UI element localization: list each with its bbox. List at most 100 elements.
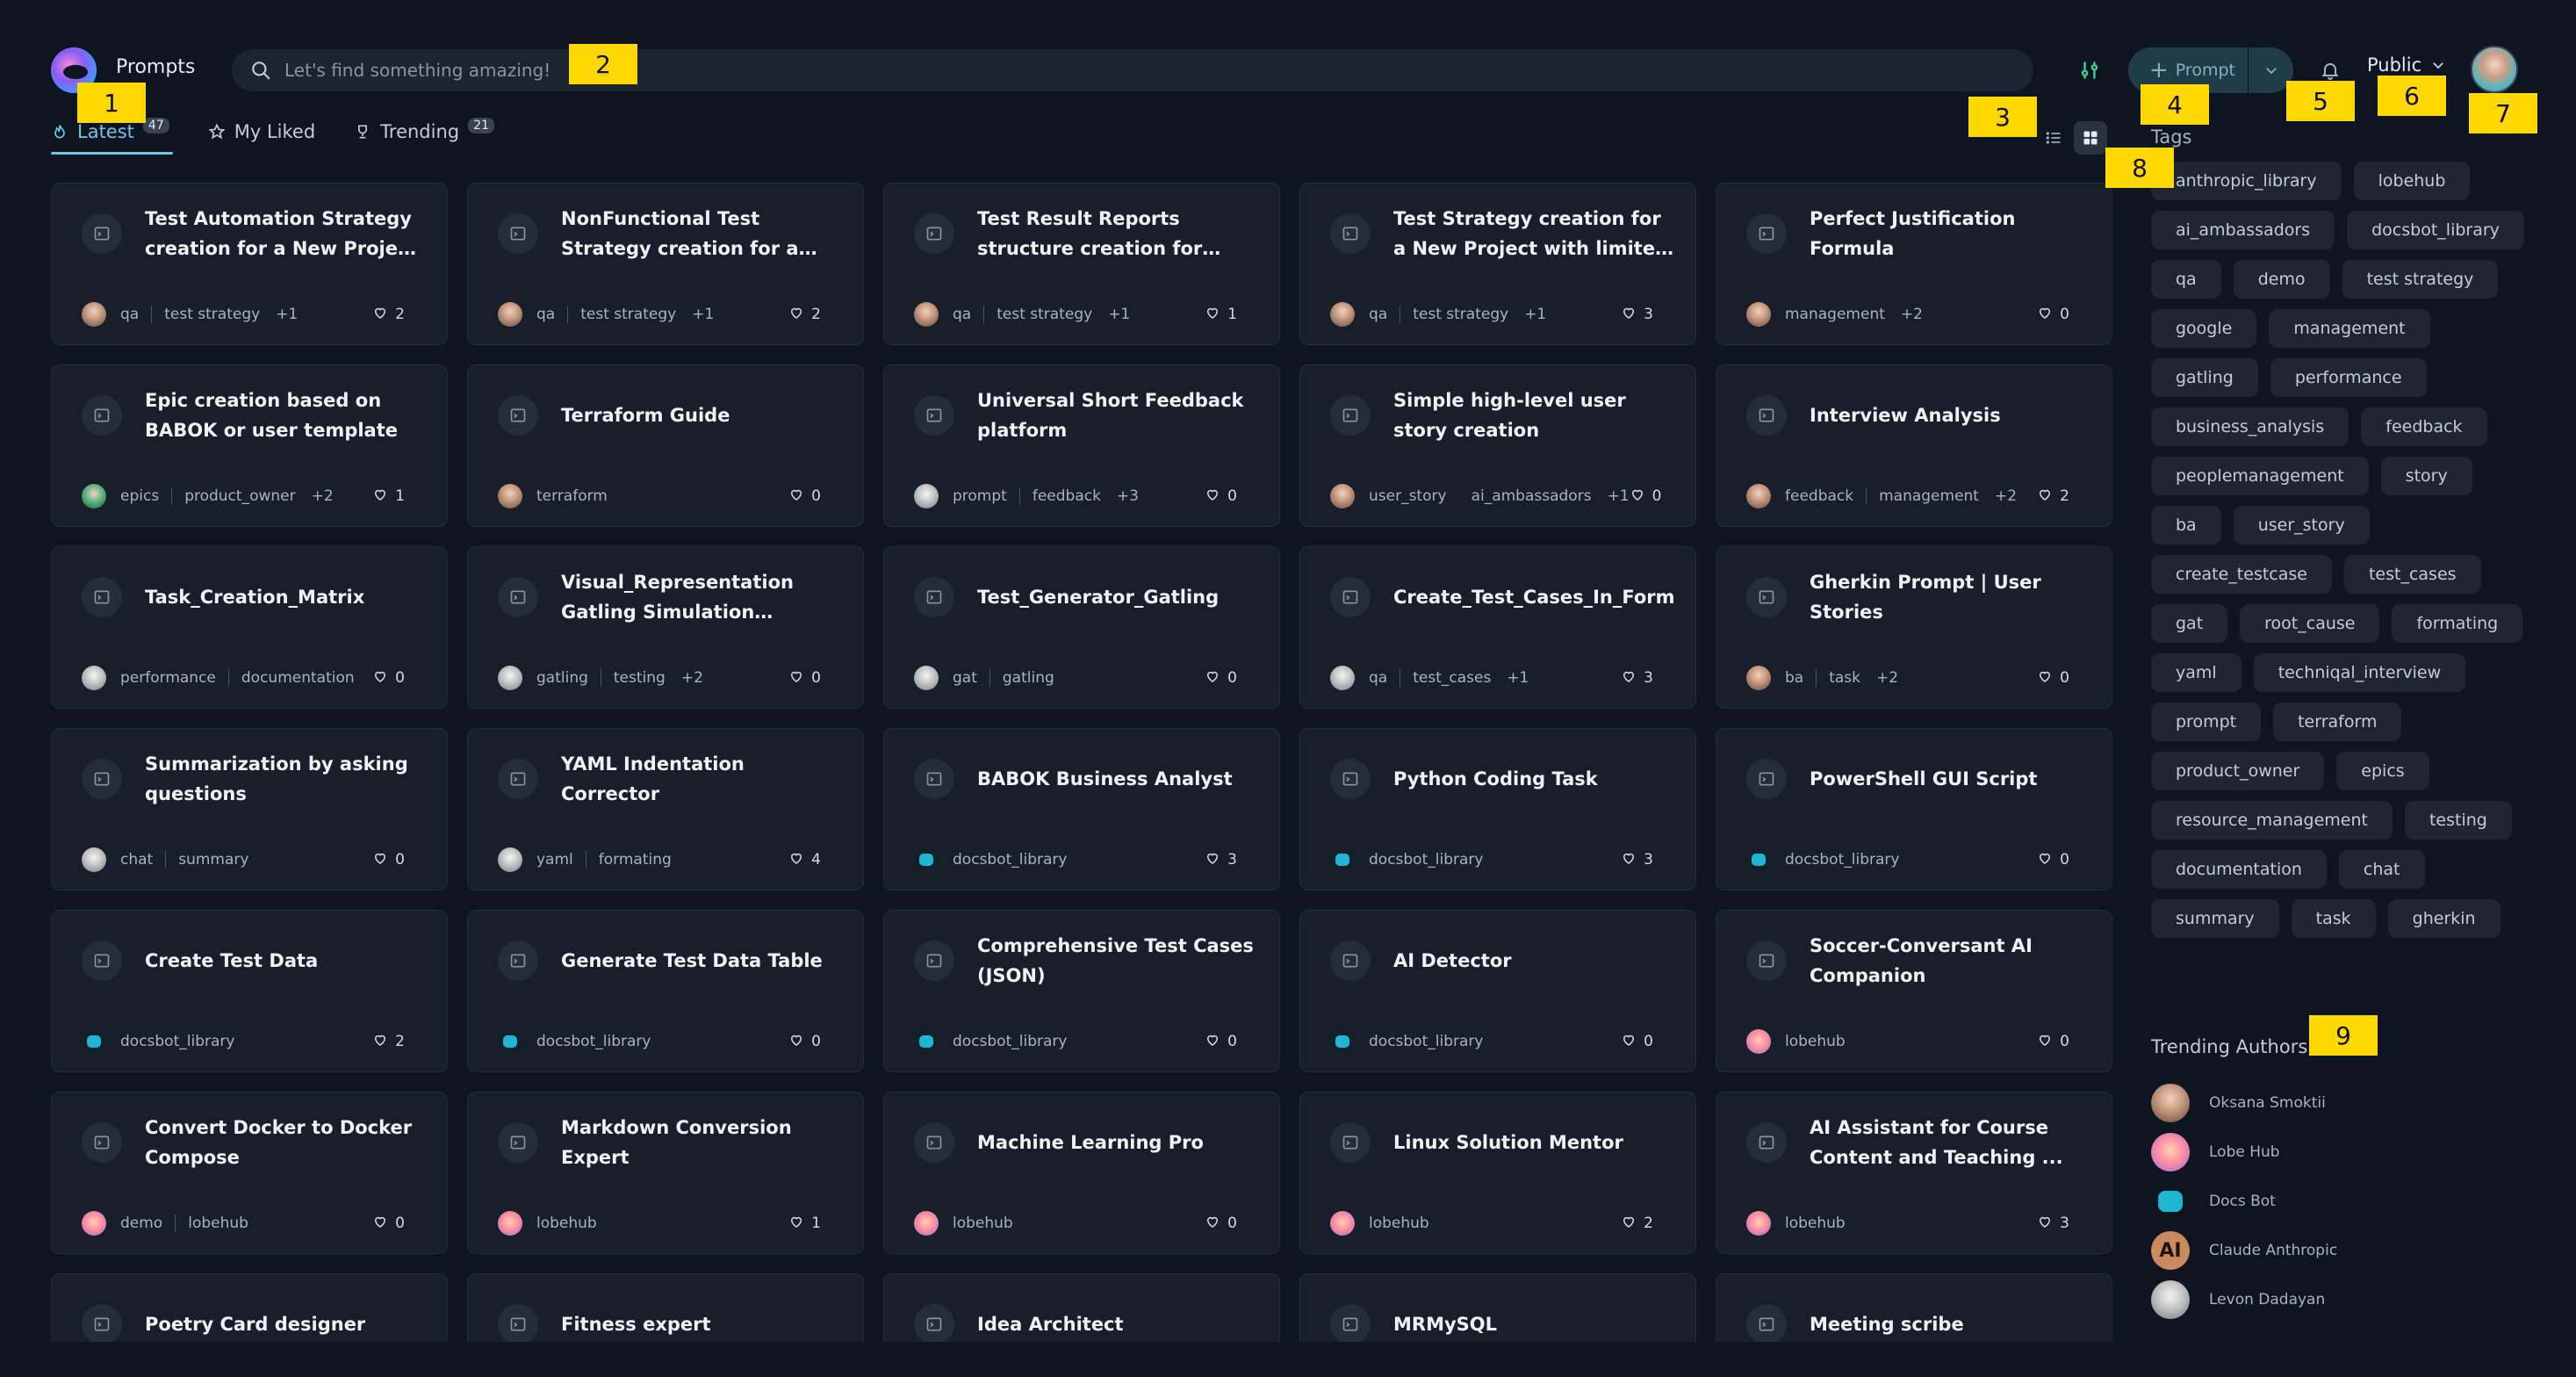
- search-input[interactable]: [284, 60, 1953, 81]
- tag-chip[interactable]: performance: [2270, 358, 2427, 397]
- tag-chip[interactable]: epics: [2336, 752, 2429, 790]
- prompt-card[interactable]: Comprehensive Test Cases (JSON) docsbot_l…: [883, 910, 1280, 1072]
- like-button[interactable]: 4: [788, 850, 821, 870]
- tag-chip[interactable]: docsbot_library: [2347, 211, 2524, 249]
- tag-chip[interactable]: gatling: [2151, 358, 2258, 397]
- author-avatar[interactable]: [1330, 484, 1355, 508]
- author-avatar[interactable]: [1746, 1211, 1771, 1236]
- prompt-tag[interactable]: qa: [120, 306, 139, 323]
- like-button[interactable]: 0: [372, 850, 405, 870]
- author-avatar[interactable]: [82, 847, 106, 872]
- prompt-card[interactable]: MRMySQL: [1299, 1273, 1696, 1342]
- tag-chip[interactable]: lobehub: [2353, 162, 2471, 200]
- tag-chip[interactable]: ai_ambassadors: [2151, 211, 2335, 249]
- prompt-tag[interactable]: test strategy: [580, 306, 676, 323]
- prompt-tag[interactable]: testing: [614, 669, 666, 687]
- like-button[interactable]: 0: [788, 668, 821, 688]
- like-button[interactable]: 3: [1621, 850, 1653, 870]
- prompt-tag[interactable]: docsbot_library: [1785, 851, 1899, 869]
- more-tags-count[interactable]: +2: [312, 487, 334, 505]
- tag-chip[interactable]: test_cases: [2343, 555, 2481, 594]
- prompt-tag[interactable]: qa: [953, 306, 971, 323]
- prompt-tag[interactable]: lobehub: [536, 1215, 597, 1232]
- prompt-tag[interactable]: test_cases: [1413, 669, 1491, 687]
- author-avatar[interactable]: [1330, 1211, 1355, 1236]
- like-button[interactable]: 3: [1621, 305, 1653, 325]
- like-button[interactable]: 0: [1621, 1032, 1653, 1052]
- like-button[interactable]: 0: [1205, 1214, 1237, 1234]
- settings-sliders-icon[interactable]: [2072, 53, 2107, 88]
- author-avatar[interactable]: [914, 1029, 939, 1054]
- like-button[interactable]: 0: [2037, 305, 2069, 325]
- author-avatar[interactable]: [82, 302, 106, 327]
- author-avatar[interactable]: [1746, 302, 1771, 327]
- tag-chip[interactable]: documentation: [2151, 850, 2327, 889]
- author-avatar[interactable]: [1746, 1029, 1771, 1054]
- prompt-tag[interactable]: docsbot_library: [1369, 1033, 1483, 1050]
- like-button[interactable]: 2: [1621, 1214, 1653, 1234]
- author-avatar[interactable]: [82, 484, 106, 508]
- author-avatar[interactable]: [498, 666, 522, 690]
- prompt-card[interactable]: Perfect Justification Formula management +…: [1716, 183, 2112, 345]
- like-button[interactable]: 0: [2037, 850, 2069, 870]
- author-avatar[interactable]: [914, 302, 939, 327]
- prompt-tag[interactable]: task: [1829, 669, 1860, 687]
- prompt-card[interactable]: Gherkin Prompt | User Stories ba task +2 0: [1716, 546, 2112, 709]
- prompt-tag[interactable]: test strategy: [1413, 306, 1508, 323]
- author-avatar[interactable]: [1330, 847, 1355, 872]
- prompt-tag[interactable]: lobehub: [953, 1215, 1013, 1232]
- tag-chip[interactable]: testing: [2404, 801, 2512, 840]
- grid-view-toggle[interactable]: [2074, 121, 2107, 155]
- prompt-tag[interactable]: formating: [599, 851, 672, 869]
- more-tags-count[interactable]: +2: [1901, 306, 1923, 323]
- tag-chip[interactable]: resource_management: [2151, 801, 2393, 840]
- like-button[interactable]: 0: [788, 1032, 821, 1052]
- tag-chip[interactable]: techniqal_interview: [2253, 653, 2466, 692]
- tag-chip[interactable]: user_story: [2233, 506, 2370, 544]
- prompt-card[interactable]: Test_Generator_Gatling gat gatling 0: [883, 546, 1280, 709]
- like-button[interactable]: 0: [1630, 487, 1661, 507]
- prompt-tag[interactable]: test strategy: [164, 306, 260, 323]
- more-tags-count[interactable]: +1: [276, 306, 298, 323]
- like-button[interactable]: 2: [788, 305, 821, 325]
- tag-chip[interactable]: google: [2151, 309, 2257, 348]
- prompt-card[interactable]: NonFunctional Test Strategy creation for…: [467, 183, 864, 345]
- tag-chip[interactable]: gat: [2151, 604, 2228, 643]
- author-avatar[interactable]: [82, 666, 106, 690]
- prompt-tag[interactable]: ai_ambassadors: [1471, 487, 1592, 505]
- prompt-tag[interactable]: management: [1785, 306, 1885, 323]
- prompt-card[interactable]: Linux Solution Mentor lobehub 2: [1299, 1092, 1696, 1254]
- more-tags-count[interactable]: +2: [681, 669, 703, 687]
- author-item[interactable]: Docs Bot: [2151, 1182, 2337, 1221]
- like-button[interactable]: 2: [372, 305, 405, 325]
- prompt-card[interactable]: Simple high-level user story creation use…: [1299, 364, 1696, 527]
- prompt-card[interactable]: Epic creation based on BABOK or user tem…: [51, 364, 448, 527]
- prompt-tag[interactable]: lobehub: [1785, 1215, 1846, 1232]
- tag-chip[interactable]: yaml: [2151, 653, 2241, 692]
- prompt-tag[interactable]: management: [1879, 487, 1979, 505]
- tag-chip[interactable]: summary: [2151, 899, 2279, 938]
- more-tags-count[interactable]: +1: [692, 306, 714, 323]
- prompt-tag[interactable]: gatling: [536, 669, 588, 687]
- prompt-card[interactable]: Test Result Reports structure creation f…: [883, 183, 1280, 345]
- tag-chip[interactable]: root_cause: [2240, 604, 2380, 643]
- prompt-tag[interactable]: docsbot_library: [536, 1033, 651, 1050]
- prompt-tag[interactable]: epics: [120, 487, 159, 505]
- prompt-tag[interactable]: feedback: [1785, 487, 1853, 505]
- author-item[interactable]: Levon Dadayan: [2151, 1280, 2337, 1319]
- prompt-tag[interactable]: lobehub: [1369, 1215, 1429, 1232]
- tag-chip[interactable]: formating: [2392, 604, 2523, 643]
- prompt-tag[interactable]: gat: [953, 669, 977, 687]
- prompt-card[interactable]: Convert Docker to Docker Compose demo lobe…: [51, 1092, 448, 1254]
- tag-chip[interactable]: business_analysis: [2151, 407, 2349, 446]
- more-tags-count[interactable]: +2: [1995, 487, 2017, 505]
- prompt-card[interactable]: Generate Test Data Table docsbot_library 0: [467, 910, 864, 1072]
- prompt-tag[interactable]: test strategy: [997, 306, 1092, 323]
- like-button[interactable]: 1: [1205, 305, 1237, 325]
- prompt-tag[interactable]: qa: [536, 306, 555, 323]
- tag-chip[interactable]: task: [2291, 899, 2376, 938]
- like-button[interactable]: 3: [1205, 850, 1237, 870]
- more-tags-count[interactable]: +2: [1876, 669, 1898, 687]
- prompt-card[interactable]: Idea Architect: [883, 1273, 1280, 1342]
- tag-chip[interactable]: story: [2380, 457, 2472, 495]
